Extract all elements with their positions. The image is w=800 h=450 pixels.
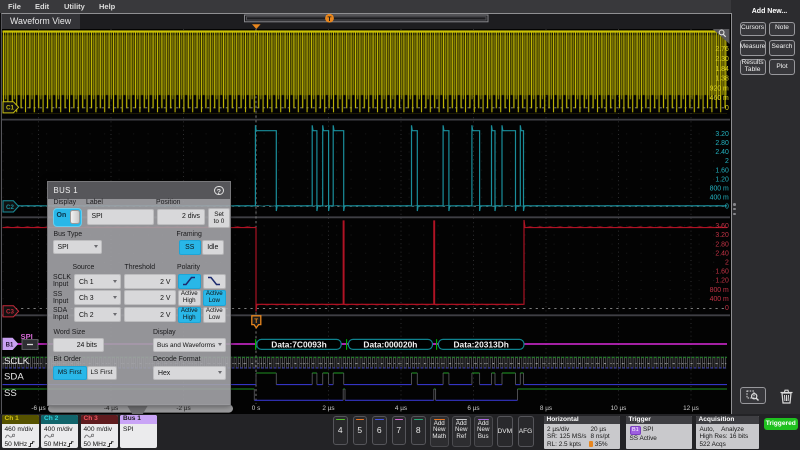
svg-text:800 m: 800 m (710, 287, 729, 294)
svg-text:1.60: 1.60 (715, 269, 729, 276)
svg-text:4 µs: 4 µs (395, 405, 407, 412)
svg-text:2.40: 2.40 (715, 250, 729, 257)
svg-text:400 m: 400 m (710, 296, 729, 303)
svg-text:Data:000020h: Data:000020h (363, 340, 417, 350)
svg-text:2.80: 2.80 (715, 140, 729, 147)
svg-text:0: 0 (725, 105, 729, 112)
svg-text:6 µs: 6 µs (467, 405, 479, 412)
svg-text:3.20: 3.20 (715, 232, 729, 239)
svg-text:2.30: 2.30 (715, 56, 729, 63)
svg-text:SS: SS (4, 388, 17, 399)
svg-text:800 m: 800 m (710, 185, 729, 192)
svg-text:1.60: 1.60 (715, 167, 729, 174)
svg-text:Data:20313Dh: Data:20313Dh (453, 340, 508, 350)
svg-text:920 m: 920 m (710, 85, 729, 92)
svg-text:T: T (328, 16, 332, 23)
svg-text:C3: C3 (6, 309, 14, 316)
svg-text:-4 µs: -4 µs (104, 405, 118, 412)
svg-text:2: 2 (725, 260, 729, 267)
svg-text:T: T (254, 318, 258, 325)
svg-text:1.20: 1.20 (715, 176, 729, 183)
svg-text:-6 µs: -6 µs (31, 405, 45, 412)
svg-text:3.60: 3.60 (715, 223, 729, 230)
svg-text:2.40: 2.40 (715, 149, 729, 156)
svg-text:12 µs: 12 µs (683, 405, 699, 412)
svg-text:C2: C2 (6, 204, 14, 211)
svg-text:0: 0 (725, 204, 729, 211)
svg-text:8 µs: 8 µs (540, 405, 552, 412)
svg-text:10 µs: 10 µs (611, 405, 627, 412)
svg-text:2 µs: 2 µs (322, 405, 334, 412)
svg-text:2.76: 2.76 (715, 46, 729, 53)
svg-text:3.20: 3.20 (715, 131, 729, 138)
svg-text:400 m: 400 m (710, 194, 729, 201)
svg-text:SDA: SDA (4, 372, 24, 383)
svg-text:0 s: 0 s (252, 405, 261, 412)
svg-text:Data:7C0093h: Data:7C0093h (271, 340, 326, 350)
svg-text:2.80: 2.80 (715, 241, 729, 248)
svg-text:SPI: SPI (21, 332, 33, 341)
svg-text:C1: C1 (6, 105, 14, 112)
svg-text:B1: B1 (6, 342, 14, 348)
svg-text:SCLK: SCLK (4, 356, 30, 367)
svg-text:1.84: 1.84 (715, 66, 729, 73)
svg-text:0: 0 (725, 305, 729, 312)
svg-text:1.38: 1.38 (715, 76, 729, 83)
svg-text:460 m: 460 m (710, 95, 729, 102)
svg-text:-2 µs: -2 µs (176, 405, 190, 412)
svg-text:2: 2 (725, 158, 729, 165)
svg-text:1.20: 1.20 (715, 278, 729, 285)
